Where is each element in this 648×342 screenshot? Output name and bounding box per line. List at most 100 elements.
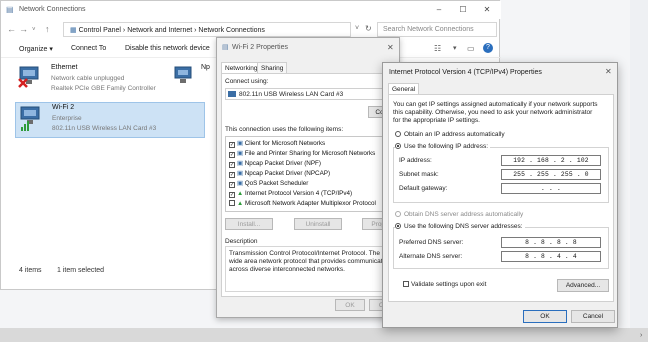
ok-label: OK: [540, 313, 550, 320]
checkbox[interactable]: ✓: [229, 152, 235, 158]
use-ip-label: Use the following IP address:: [404, 143, 489, 150]
ok-button[interactable]: OK: [523, 310, 567, 323]
gateway-label: Default gateway:: [399, 185, 448, 192]
recent-dropdown-icon[interactable]: ˅: [32, 27, 36, 33]
preferred-dns-label: Preferred DNS server:: [399, 239, 464, 246]
adapter-name: Wi-Fi 2: [52, 104, 75, 111]
radio-button[interactable]: [395, 143, 401, 149]
desktop-background: [630, 0, 648, 342]
uninstall-button[interactable]: Uninstall: [294, 218, 342, 230]
view-dropdown-icon[interactable]: ▾: [453, 44, 457, 52]
advanced-button[interactable]: Advanced...: [557, 279, 609, 292]
dns-group: [393, 227, 609, 269]
radio-button[interactable]: [395, 131, 401, 137]
disable-device-button[interactable]: Disable this network device: [125, 45, 210, 52]
alternate-dns-field[interactable]: 8 . 8 . 4 . 4: [501, 251, 601, 262]
network-component-icon: ▣: [237, 140, 245, 147]
use-ip-radio[interactable]: Use the following IP address:: [395, 143, 491, 150]
back-arrow-icon[interactable]: ←: [7, 24, 16, 34]
cancel-button[interactable]: Cancel: [571, 310, 615, 323]
preferred-dns-field[interactable]: 8 . 8 . 8 . 8: [501, 237, 601, 248]
item-count: 4 items: [19, 267, 42, 274]
close-icon[interactable]: ✕: [605, 67, 612, 76]
list-item[interactable]: ✓ ▣ QoS Packet Scheduler: [229, 180, 308, 190]
ip-address-field[interactable]: 192 . 168 . 2 . 102: [501, 155, 601, 166]
connect-to-button[interactable]: Connect To: [71, 45, 106, 52]
checkbox[interactable]: ✓: [229, 182, 235, 188]
auto-dns-radio[interactable]: Obtain DNS server address automatically: [395, 211, 523, 218]
radio-button[interactable]: [395, 223, 401, 229]
list-item[interactable]: ✓ ▣ Npcap Packet Driver (NPF): [229, 160, 321, 170]
checkbox[interactable]: ✓: [229, 192, 235, 198]
description-line: across diverse interconnected networks.: [229, 266, 345, 273]
adapter-status: Enterprise: [52, 115, 82, 122]
preview-pane-icon[interactable]: ▭: [467, 44, 475, 53]
checkbox[interactable]: [229, 200, 235, 206]
item-label: Client for Microsoft Networks: [244, 140, 326, 147]
validate-checkbox[interactable]: Validate settings upon exit: [403, 281, 486, 288]
refresh-icon[interactable]: ↻: [365, 24, 372, 33]
use-dns-radio[interactable]: Use the following DNS server addresses:: [395, 223, 525, 230]
search-input[interactable]: Search Network Connections: [377, 22, 497, 37]
item-label: QoS Packet Scheduler: [244, 180, 309, 187]
checkbox[interactable]: ✓: [229, 172, 235, 178]
intro-line: for the appropriate IP settings.: [393, 117, 480, 124]
control-panel-icon: ▦: [70, 27, 79, 34]
ethernet-adapter-icon: [17, 65, 43, 88]
adapter-status: Network cable unplugged: [51, 75, 125, 82]
list-item[interactable]: ▲ Microsoft Network Adapter Multiplexor …: [229, 200, 376, 210]
organize-button[interactable]: Organize ▾: [19, 45, 53, 53]
adapter-npcap[interactable]: Np: [173, 63, 217, 93]
item-label: Npcap Packet Driver (NPF): [244, 160, 321, 167]
validate-label: Validate settings upon exit: [411, 281, 487, 288]
protocol-icon: ▲: [237, 190, 245, 197]
help-icon[interactable]: ?: [483, 43, 493, 53]
forward-arrow-icon[interactable]: →: [19, 24, 28, 34]
install-button[interactable]: Install...: [225, 218, 273, 230]
item-label: Internet Protocol Version 4 (TCP/IPv4): [244, 190, 353, 197]
description-label: Description: [225, 238, 258, 245]
install-label: Install...: [237, 221, 261, 228]
item-label: Microsoft Network Adapter Multiplexor Pr…: [244, 200, 376, 207]
list-item[interactable]: ✓ ▣ Client for Microsoft Networks: [229, 140, 325, 150]
address-dropdown-icon[interactable]: ˅: [355, 25, 359, 32]
maximize-icon[interactable]: ☐: [457, 5, 469, 14]
list-item[interactable]: ✓ ▣ Npcap Packet Driver (NPCAP): [229, 170, 330, 180]
auto-ip-radio[interactable]: Obtain an IP address automatically: [395, 131, 505, 138]
ok-button[interactable]: OK: [335, 299, 365, 311]
checkbox[interactable]: [403, 281, 409, 287]
adapter-name: 802.11n USB Wireless LAN Card #3: [239, 91, 344, 98]
ok-label: OK: [345, 302, 355, 309]
list-item[interactable]: ✓ ▲ Internet Protocol Version 4 (TCP/IPv4…: [229, 190, 352, 200]
default-gateway-field[interactable]: . . .: [501, 183, 601, 194]
checkbox[interactable]: ✓: [229, 162, 235, 168]
general-panel: You can get IP settings assigned automat…: [388, 94, 614, 302]
subnet-mask-field[interactable]: 255 . 255 . 255 . 0: [501, 169, 601, 180]
minimize-icon[interactable]: –: [433, 5, 445, 14]
radio-button[interactable]: [395, 211, 401, 217]
breadcrumb: Control Panel › Network and Internet › N…: [78, 27, 265, 34]
adapter-wifi-2[interactable]: Wi-Fi 2 Enterprise 802.11n USB Wireless …: [15, 102, 205, 138]
list-item[interactable]: ✓ ▣ File and Printer Sharing for Microsof…: [229, 150, 375, 160]
network-component-icon: ▣: [237, 150, 245, 157]
items-list: ✓ ▣ Client for Microsoft Networks ✓ ▣ File…: [225, 136, 395, 212]
close-icon[interactable]: ✕: [387, 43, 394, 52]
protocol-icon: ▲: [237, 200, 245, 207]
dialog-icon: ▤: [222, 44, 229, 51]
close-icon[interactable]: ✕: [481, 5, 493, 14]
address-bar[interactable]: ▦ Control Panel › Network and Internet ›…: [63, 22, 351, 37]
intro-line: this capability. Otherwise, you need to …: [393, 109, 593, 116]
network-component-icon: ▣: [237, 180, 245, 187]
description-line: Transmission Control Protocol/Internet P…: [229, 250, 395, 257]
adapter-name: Ethernet: [51, 64, 78, 71]
taskbar-strip: [0, 328, 648, 342]
adapter-name: Np: [201, 64, 210, 71]
change-view-icon[interactable]: ☷: [434, 44, 441, 53]
description-box: Transmission Control Protocol/Internet P…: [225, 246, 395, 292]
up-arrow-icon[interactable]: ↑: [45, 24, 50, 34]
checkbox[interactable]: ✓: [229, 142, 235, 148]
title-bar: ▤ Network Connections – ☐ ✕: [1, 1, 501, 19]
window-title: Network Connections: [19, 6, 86, 13]
selection-count: 1 item selected: [57, 267, 105, 274]
uninstall-label: Uninstall: [305, 221, 331, 228]
